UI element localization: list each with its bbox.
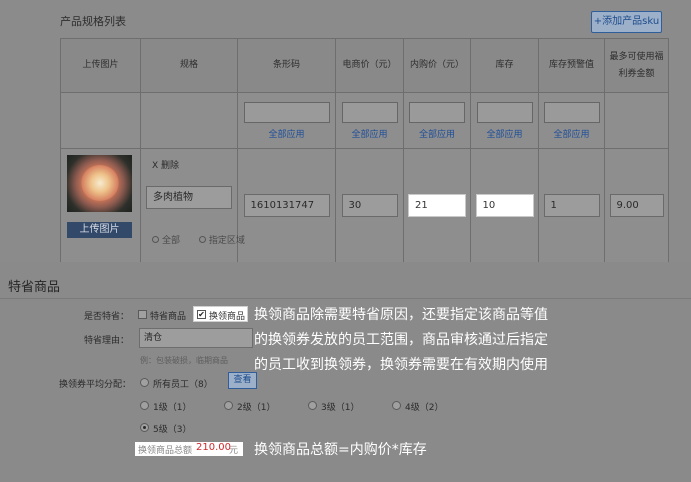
level-5-label: 5级（3） [153,425,192,435]
batch-internal-price-input[interactable] [409,101,465,123]
exchange-goods-checkbox[interactable]: ✔ 换领商品 [193,306,248,322]
table-header-row: 上传图片 规格 条形码 电商价（元） 内购价（元） 库存 库存预警值 最多可使用… [60,38,669,93]
max-voucher-input[interactable]: 9.00 [609,194,664,217]
radio-icon[interactable] [198,236,206,243]
level-4-radio[interactable] [392,401,401,410]
level-5-radio[interactable] [140,423,149,432]
spec-name-input[interactable]: 多肉植物 [146,186,232,209]
reason-hint: 例：包装破损，临期商品 [140,356,228,365]
internal-price-input[interactable]: 21 [408,194,466,217]
reason-input[interactable]: 清仓 [139,328,253,348]
header-stock: 库存 [470,38,539,93]
annotation-text: 换领商品除需要特省原因，还要指定该商品等值 的换领券发放的员工范围，商品审核通过… [254,303,674,378]
special-label: 是否特省： [84,312,130,322]
apply-all-stock-link[interactable]: 全部应用 [471,127,538,140]
all-staff-radio[interactable] [140,378,149,387]
level-2-radio[interactable] [224,401,233,410]
level-1-radio[interactable] [140,401,149,410]
total-label: 换领商品总额 [138,446,193,456]
header-spec: 规格 [140,38,238,93]
level-3-radio[interactable] [308,401,317,410]
faded-option-all: 全部 [162,236,181,246]
level-1-label: 1级（1） [153,403,192,413]
spec-section: 产品规格列表 +添加产品sku 上传图片 规格 条形码 电商价（元） 内购价（元… [0,0,691,263]
level-3-label: 3级（1） [321,403,360,413]
divider [0,298,691,299]
header-ecommerce-price: 电商价（元） [335,38,404,93]
all-staff-label: 所有员工（8） [153,380,213,390]
faded-option-region: 指定区域 [208,236,245,246]
total-value: 210.00 [196,442,231,453]
spec-list-title: 产品规格列表 [60,15,126,28]
batch-ecommerce-price-input[interactable] [341,101,398,123]
header-stock-warning: 库存预警值 [538,38,605,93]
radio-icon[interactable] [152,236,159,243]
apply-all-barcode-link[interactable]: 全部应用 [238,127,335,140]
header-barcode: 条形码 [237,38,336,93]
delete-spec-link[interactable]: X 删除 [152,158,179,171]
annotation-line-1: 换领商品除需要特省原因，还要指定该商品等值 [254,307,548,323]
annotation-formula: 换领商品总额=内购价*库存 [254,442,427,458]
apply-all-ecommerce-price-link[interactable]: 全部应用 [336,127,403,140]
product-image [67,155,132,212]
ecommerce-price-input[interactable]: 30 [341,194,398,217]
reason-label: 特省理由： [84,336,130,346]
special-goods-option-label: 特省商品 [150,312,187,322]
header-max-voucher: 最多可使用福利券金额 [604,38,669,93]
batch-stock-warning-input[interactable] [543,101,600,123]
header-internal-price: 内购价（元） [403,38,471,93]
panel-title: 特省商品 [8,280,61,295]
header-upload-image: 上传图片 [60,38,141,93]
faded-options-row: 全部 指定区域 [86,233,245,246]
view-button[interactable]: 查看 [228,372,257,389]
add-sku-button[interactable]: +添加产品sku [591,11,662,33]
annotation-line-3: 的员工收到换领券，换领券需要在有效期内使用 [254,357,548,373]
batch-barcode-input[interactable] [243,101,330,123]
batch-stock-input[interactable] [476,101,533,123]
batch-apply-row: 全部应用 全部应用 全部应用 全部应用 全部应用 [60,92,669,149]
barcode-input[interactable]: 1610131747 [243,194,330,217]
apply-all-stock-warning-link[interactable]: 全部应用 [539,127,604,140]
apply-all-internal-price-link[interactable]: 全部应用 [404,127,470,140]
level-4-label: 4级（2） [405,403,444,413]
check-icon: ✔ [197,310,206,319]
level-2-label: 2级（1） [237,403,276,413]
stock-input[interactable]: 10 [475,194,534,217]
distribution-label: 换领券平均分配： [59,380,132,390]
annotation-line-2: 的换领券发放的员工范围，商品审核通过后指定 [254,332,548,348]
total-unit: 元 [229,446,239,456]
exchange-total-box: 换领商品总额 210.00 元 [135,442,243,456]
special-goods-checkbox[interactable] [138,310,147,319]
stock-warning-input[interactable]: 1 [543,194,600,217]
exchange-goods-option-label: 换领商品 [209,312,246,322]
spec-table: 上传图片 规格 条形码 电商价（元） 内购价（元） 库存 库存预警值 最多可使用… [60,38,669,263]
